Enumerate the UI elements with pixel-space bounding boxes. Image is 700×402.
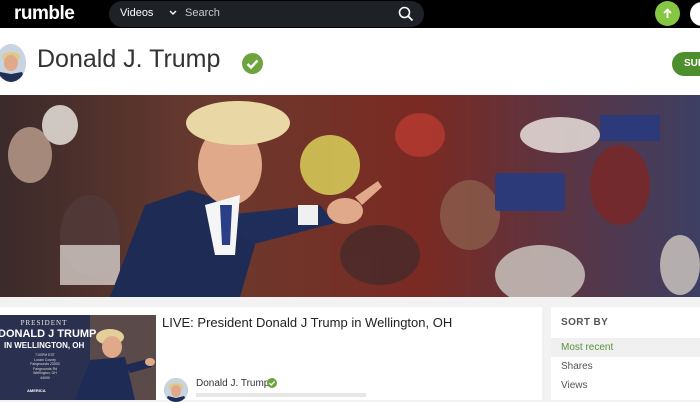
sort-title: SORT BY [561,317,609,328]
channel-header: Donald J. Trump SUB [0,28,700,95]
video-channel-name[interactable]: Donald J. Trump [196,378,269,389]
top-nav: rumble Videos Search [0,0,700,28]
search-icon[interactable] [398,6,414,22]
thumb-line2: DONALD J TRUMP [0,328,97,340]
channel-name: Donald J. Trump [37,45,221,73]
video-thumbnail[interactable]: PRESIDENT DONALD J TRUMP IN WELLINGTON, … [0,315,156,400]
upload-icon [663,8,672,18]
thumb-badge: AMERICA [27,388,46,393]
thumb-line1: PRESIDENT [20,319,68,327]
video-title[interactable]: LIVE: President Donald J Trump in Wellin… [162,315,452,330]
channel-banner [0,95,700,297]
sort-option-most-recent[interactable]: Most recent [551,338,700,357]
sort-option-shares[interactable]: Shares [551,357,700,376]
sort-option-views[interactable]: Views [551,376,700,395]
video-card[interactable]: PRESIDENT DONALD J TRUMP IN WELLINGTON, … [0,307,542,402]
user-avatar[interactable] [690,2,700,26]
verified-icon [242,53,263,74]
rumble-logo[interactable]: rumble [14,3,75,25]
sort-panel: SORT BY Most recent Shares Views [551,307,700,400]
subscribe-button[interactable]: SUB [672,52,700,76]
upload-button[interactable] [655,1,680,26]
category-select[interactable]: Videos [120,7,153,19]
video-meta-faded [196,393,366,397]
search-input[interactable]: Search [185,7,220,19]
channel-avatar-small[interactable] [164,378,188,402]
search-bar: Videos Search [109,1,424,27]
chevron-down-icon[interactable] [168,6,178,20]
channel-avatar[interactable] [0,44,26,82]
verified-icon [267,378,277,388]
thumb-details: 7:00PM EST Lorain County Fairgrounds 230… [30,353,60,380]
thumb-line3: IN WELLINGTON, OH [4,341,85,350]
